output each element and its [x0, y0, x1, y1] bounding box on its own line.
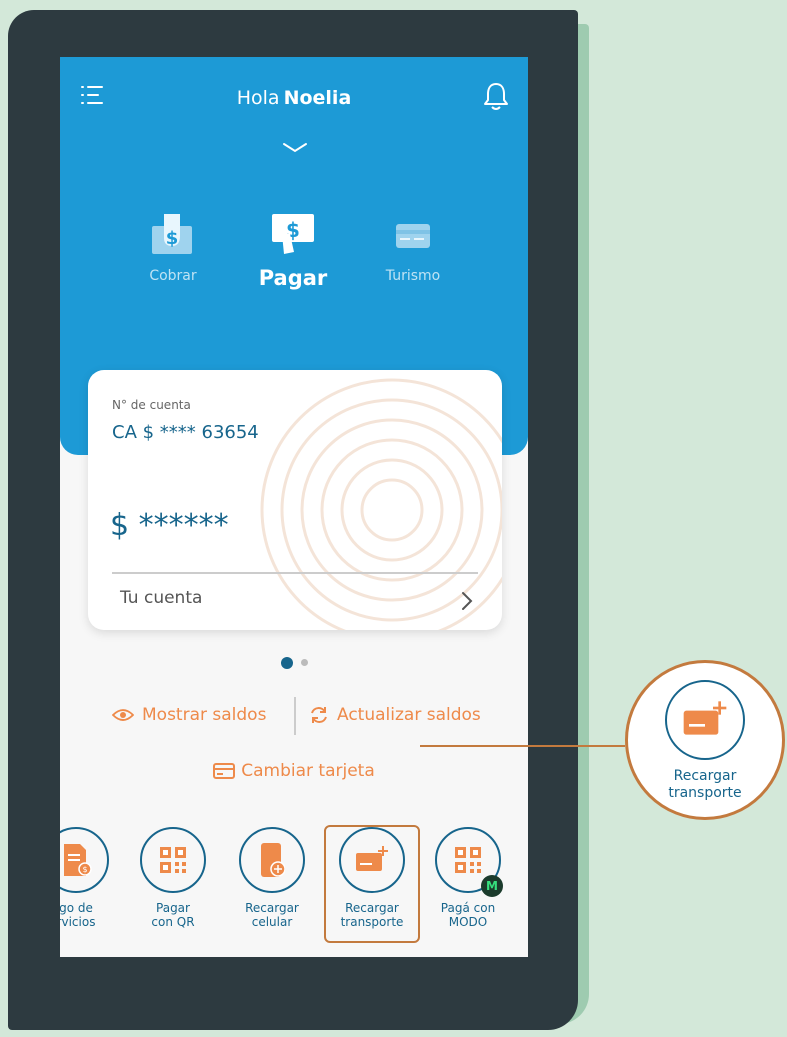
shortcut-label: go de rvicios — [60, 901, 96, 929]
greeting: Hola Noelia — [60, 87, 528, 109]
svg-text:$: $ — [82, 865, 87, 874]
refresh-balances-button[interactable]: Actualizar saldos — [309, 705, 481, 725]
shortcut-label: Pagá con MODO — [440, 901, 496, 929]
change-card-button[interactable]: Cambiar tarjeta — [60, 761, 528, 781]
account-card[interactable]: N° de cuenta CA $ **** 63654 $ ****** Tu… — [88, 370, 502, 630]
user-name: Noelia — [283, 87, 352, 109]
refresh-icon — [311, 707, 327, 723]
shortcut-icon-circle: M — [435, 827, 503, 897]
eye-icon — [112, 709, 134, 721]
pager-dot-active[interactable] — [280, 656, 293, 669]
shortcut-label: Recargar celular — [245, 901, 299, 929]
shortcut-icon-circle — [239, 827, 305, 893]
travel-card-icon — [396, 224, 430, 248]
qr-icon — [455, 847, 481, 873]
change-card-label: Cambiar tarjeta — [241, 761, 375, 781]
your-account-link[interactable]: Tu cuenta — [120, 588, 202, 608]
shortcut-label: Pagar con QR — [151, 901, 195, 929]
mode-label: Pagar — [258, 266, 328, 290]
notifications-bell-icon[interactable] — [482, 81, 510, 111]
actions-divider — [294, 697, 296, 735]
account-number-label: N° de cuenta — [112, 398, 191, 412]
zoom-callout: Recargar transporte — [625, 660, 785, 820]
bill-icon: $ — [64, 844, 92, 876]
shortcut-pago-de-servicios[interactable]: $ go de rvicios — [60, 827, 121, 929]
zoom-icon-circle — [665, 680, 745, 760]
svg-text:$: $ — [166, 228, 179, 249]
shortcut-icon-circle — [140, 827, 206, 893]
phone-topup-icon — [261, 843, 285, 877]
callout-connector-line — [420, 745, 625, 747]
shortcuts-row: $ go de rvicios Pagar con QR Recargar ce… — [60, 825, 528, 947]
carousel-pager — [60, 652, 528, 671]
receive-money-icon: $ — [152, 214, 192, 254]
mode-cobrar[interactable]: $ Cobrar — [118, 212, 228, 284]
highlight-frame — [324, 825, 420, 943]
shortcut-pagar-con-qr[interactable]: Pagar con QR — [128, 827, 218, 929]
account-number: CA $ **** 63654 — [112, 422, 259, 443]
shortcut-icon-circle: $ — [60, 827, 109, 893]
mode-label: Cobrar — [149, 268, 197, 284]
app-screen: Hola Noelia $ Cobrar $ Pagar Turismo N° … — [60, 57, 528, 957]
shortcut-recargar-celular[interactable]: Recargar celular — [227, 827, 317, 929]
balance-hidden: $ ****** — [110, 508, 229, 543]
show-balances-label: Mostrar saldos — [142, 705, 267, 725]
shortcut-paga-con-modo[interactable]: M Pagá con MODO — [423, 827, 513, 929]
qr-icon — [160, 847, 186, 873]
chevron-right-icon[interactable] — [460, 590, 474, 612]
transport-card-topup-icon — [683, 701, 727, 735]
modo-badge: M — [481, 875, 503, 897]
mode-turismo[interactable]: Turismo — [358, 212, 468, 284]
mode-pagar[interactable]: $ Pagar — [238, 212, 348, 290]
refresh-balances-label: Actualizar saldos — [337, 705, 481, 725]
card-divider — [112, 572, 478, 574]
show-balances-button[interactable]: Mostrar saldos — [112, 705, 266, 725]
balance-actions: Mostrar saldos Actualizar saldos — [60, 697, 528, 737]
greeting-text: Hola — [236, 87, 280, 109]
credit-card-icon — [213, 763, 236, 779]
zoom-callout-label: Recargar transporte — [668, 768, 742, 801]
chevron-down-icon[interactable] — [282, 141, 308, 155]
mode-label: Turismo — [385, 268, 441, 284]
pager-dot[interactable] — [300, 659, 308, 666]
pay-money-icon: $ — [272, 214, 314, 254]
